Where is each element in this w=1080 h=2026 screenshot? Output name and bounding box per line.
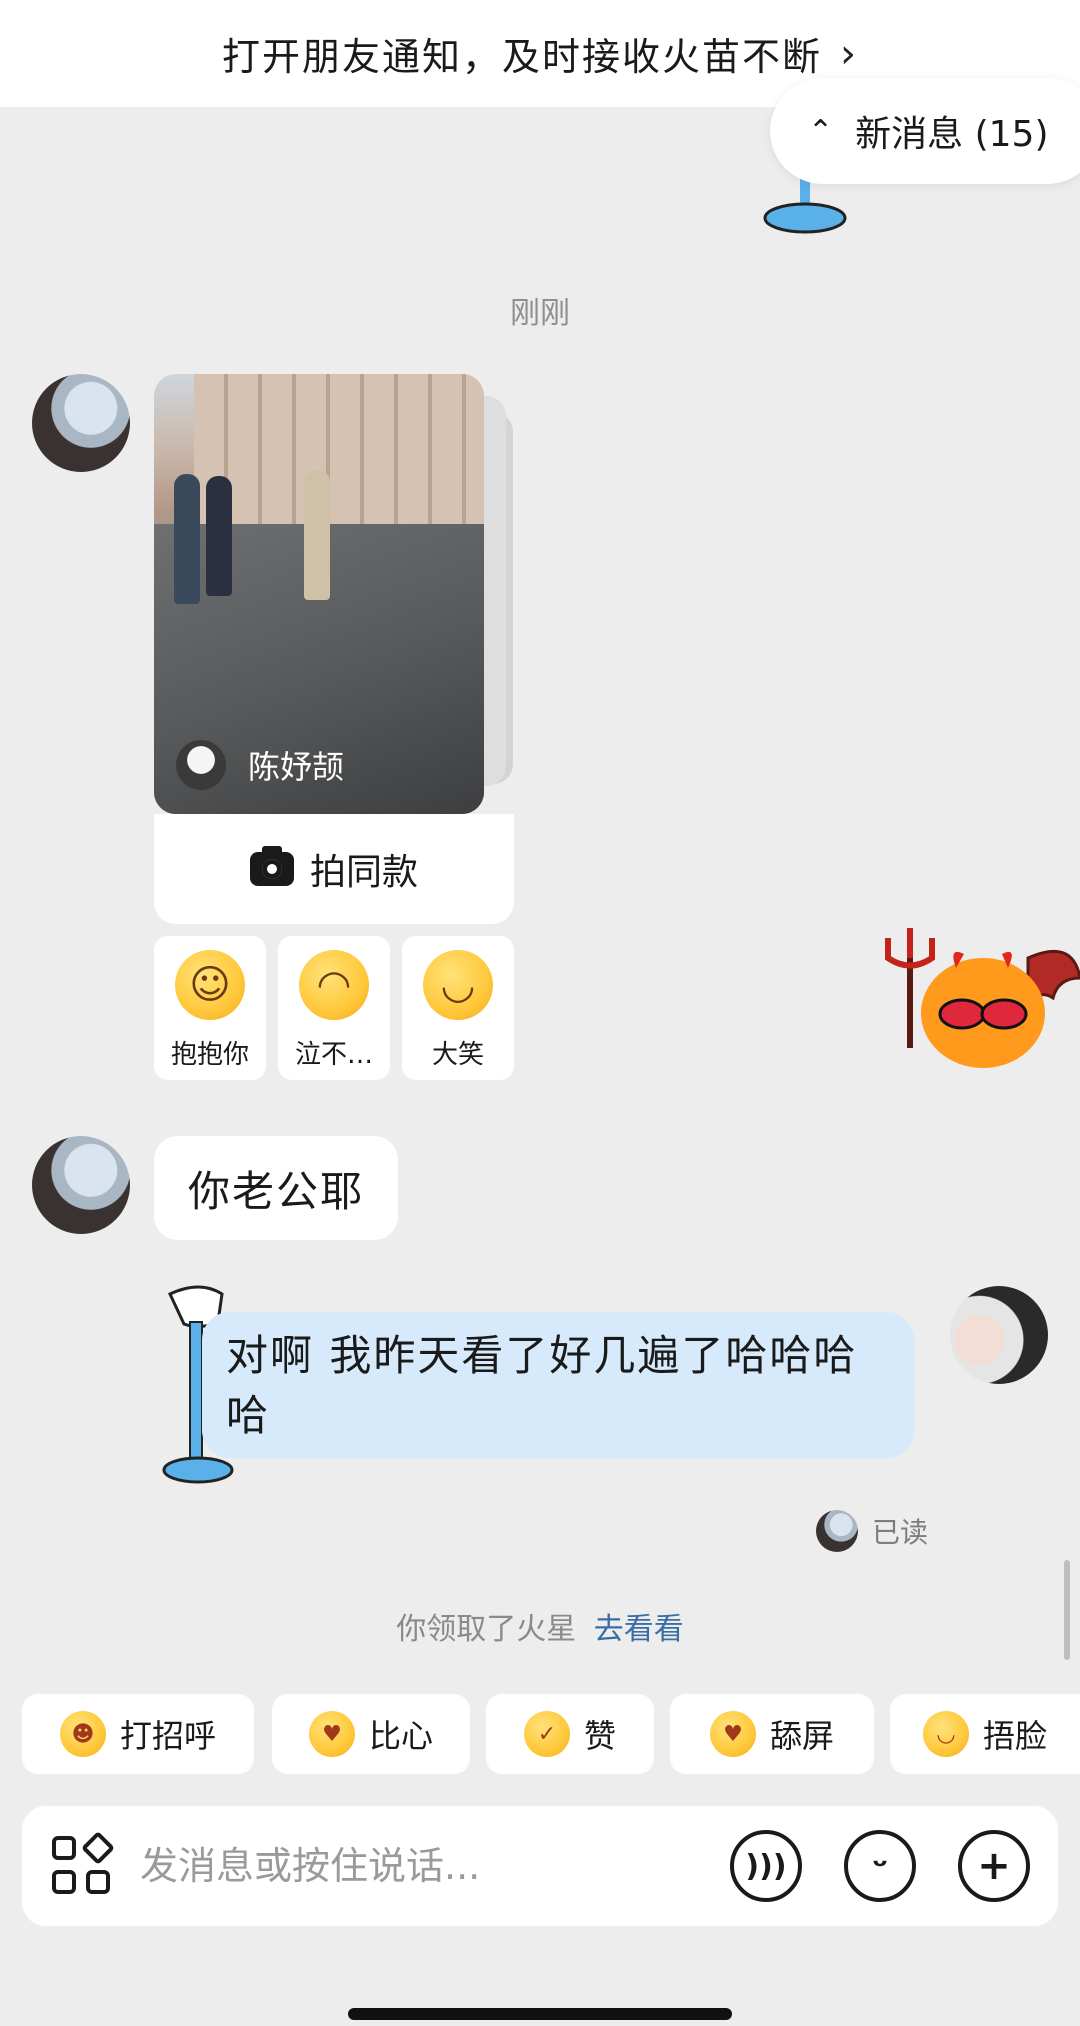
author-name: 陈妤颉 [248, 748, 345, 786]
author-avatar [176, 740, 226, 790]
outgoing-message-text: 对啊 我昨天看了好几遍了哈哈哈哈 [226, 1331, 858, 1440]
outgoing-message-bubble[interactable]: 对啊 我昨天看了好几遍了哈哈哈哈 [202, 1312, 914, 1458]
message-composer: ))) ᵕ + [22, 1806, 1058, 1926]
emoji-button[interactable]: ᵕ [844, 1830, 916, 1902]
home-indicator[interactable] [348, 2008, 732, 2020]
quick-reply-greet[interactable]: ☻ 打招呼 [22, 1694, 254, 1774]
video-author: 陈妤颉 [176, 740, 344, 790]
friend-avatar[interactable] [32, 1136, 130, 1234]
hug-emoji-icon: ☺ [175, 950, 245, 1020]
apps-grid-icon[interactable] [52, 1831, 115, 1896]
read-status-label: 已读 [872, 1516, 929, 1549]
add-more-button[interactable]: + [958, 1830, 1030, 1902]
chat-scrollbar[interactable] [1064, 1560, 1070, 1660]
plus-icon: + [977, 1843, 1011, 1889]
chevron-right-icon: › [840, 30, 858, 77]
quick-reply-facepalm[interactable]: ◡ 捂脸 [890, 1694, 1080, 1774]
message-input[interactable] [140, 1831, 700, 1901]
read-receipt: 已读 [816, 1510, 928, 1552]
reaction-label: 大笑 [431, 1040, 484, 1070]
wave-emoji-icon: ☻ [59, 1711, 106, 1757]
video-thumbnail-building [194, 374, 484, 524]
reaction-label: 抱抱你 [170, 1040, 249, 1070]
laughing-emoji-icon: ◡ [423, 950, 493, 1020]
shoot-same-label: 拍同款 [309, 852, 418, 893]
spark-view-link[interactable]: 去看看 [594, 1612, 684, 1647]
shared-video-card[interactable]: 陈妤颉 [154, 374, 484, 814]
crying-emoji-icon: ◠ [299, 950, 369, 1020]
reaction-laugh-button[interactable]: ◡ 大笑 [402, 936, 514, 1080]
new-messages-button[interactable]: ⌃ 新消息 (15) [770, 78, 1080, 184]
quick-reply-heart[interactable]: ♥ 比心 [272, 1694, 470, 1774]
message-timestamp: 刚刚 [510, 296, 570, 331]
incoming-message-text: 你老公耶 [188, 1166, 365, 1216]
quick-reply-like[interactable]: ✓ 赞 [486, 1694, 654, 1774]
shoot-same-button[interactable]: 拍同款 [154, 814, 514, 924]
spark-notice: 你领取了火星 去看看 [0, 1604, 1080, 1648]
quick-reply-lick-screen[interactable]: ♥ 舔屏 [670, 1694, 874, 1774]
reaction-label: 泣不… [294, 1040, 373, 1070]
reaction-cry-button[interactable]: ◠ 泣不… [278, 936, 390, 1080]
heart-eyes-emoji-icon: ♥ [709, 1711, 756, 1757]
facepalm-emoji-icon: ◡ [922, 1711, 969, 1757]
thumbs-up-emoji-icon: ✓ [523, 1711, 570, 1757]
banner-text: 打开朋友通知，及时接收火苗不断 [221, 35, 822, 79]
reader-avatar [816, 1510, 858, 1552]
devil-sticker [885, 928, 1080, 1068]
video-person [174, 474, 200, 604]
video-person [304, 470, 330, 600]
quick-reply-label: 打招呼 [119, 1717, 216, 1755]
sound-wave-icon: ))) [745, 1848, 787, 1884]
quick-reply-label: 舔屏 [769, 1717, 834, 1755]
smiley-icon: ᵕ [871, 1846, 889, 1886]
video-person [206, 476, 232, 596]
incoming-message-bubble[interactable]: 你老公耶 [154, 1136, 399, 1240]
camera-icon [249, 846, 294, 886]
quick-reply-label: 比心 [368, 1717, 433, 1755]
heart-hands-emoji-icon: ♥ [308, 1711, 355, 1757]
my-avatar[interactable] [950, 1286, 1048, 1384]
new-messages-label: 新消息 (15) [855, 114, 1049, 155]
quick-reply-label: 捂脸 [982, 1717, 1047, 1755]
reaction-hug-button[interactable]: ☺ 抱抱你 [154, 936, 266, 1080]
quick-reply-label: 赞 [583, 1717, 616, 1755]
friend-avatar[interactable] [32, 374, 130, 472]
spark-notice-text: 你领取了火星 [396, 1612, 577, 1647]
double-chevron-up-icon: ⌃ [808, 113, 834, 149]
voice-button[interactable]: ))) [730, 1830, 802, 1902]
